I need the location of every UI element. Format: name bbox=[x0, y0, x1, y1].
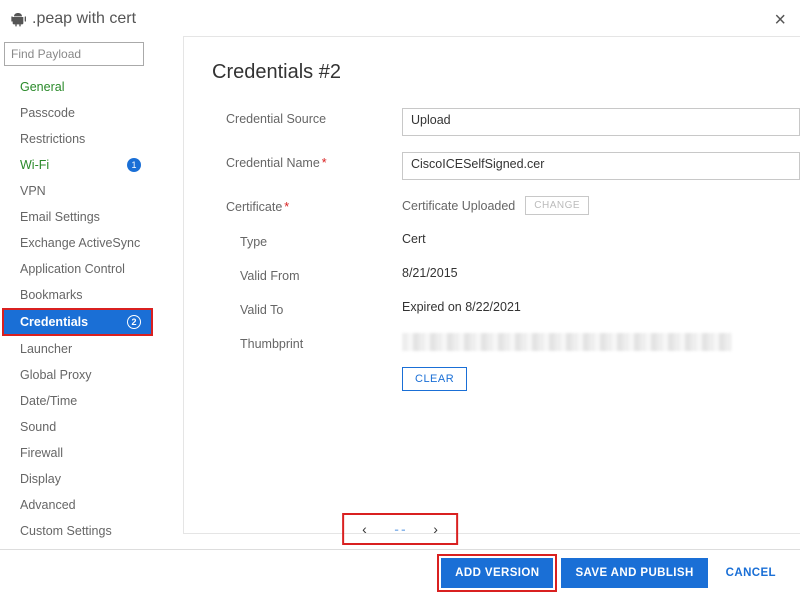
valid-from-label: Valid From bbox=[212, 265, 402, 283]
sidebar-item-label: Email Settings bbox=[20, 210, 100, 224]
certificate-uploaded-text: Certificate Uploaded bbox=[402, 199, 515, 213]
sidebar-item-passcode[interactable]: Passcode bbox=[4, 100, 151, 126]
sidebar-item-label: Firewall bbox=[20, 446, 63, 460]
sidebar-item-general[interactable]: General bbox=[4, 74, 151, 100]
thumbprint-label: Thumbprint bbox=[212, 333, 402, 351]
sidebar-item-restrictions[interactable]: Restrictions bbox=[4, 126, 151, 152]
sidebar-item-email[interactable]: Email Settings bbox=[4, 204, 151, 230]
valid-to-value: Expired on 8/22/2021 bbox=[402, 300, 521, 314]
sidebar-item-label: Custom Settings bbox=[20, 524, 112, 538]
sidebar-item-sound[interactable]: Sound bbox=[4, 414, 151, 440]
sidebar-item-label: Exchange ActiveSync bbox=[20, 236, 140, 250]
valid-to-label: Valid To bbox=[212, 299, 402, 317]
count-badge: 2 bbox=[127, 315, 141, 329]
panel-title: Credentials #2 bbox=[212, 61, 800, 84]
sidebar-item-label: Bookmarks bbox=[20, 288, 83, 302]
pager: ‹ ˗ ˗ › bbox=[342, 513, 458, 545]
sidebar-item-exchange[interactable]: Exchange ActiveSync bbox=[4, 230, 151, 256]
credential-source-select[interactable]: Upload bbox=[402, 108, 800, 136]
change-button[interactable]: CHANGE bbox=[525, 196, 589, 215]
sidebar-item-appcontrol[interactable]: Application Control bbox=[4, 256, 151, 282]
pager-indicator: ˗ ˗ bbox=[395, 523, 405, 535]
sidebar-item-label: Launcher bbox=[20, 342, 72, 356]
pager-next-icon[interactable]: › bbox=[423, 519, 448, 539]
credential-name-input[interactable]: CiscoICESelfSigned.cer bbox=[402, 152, 800, 180]
type-label: Type bbox=[212, 231, 402, 249]
close-icon[interactable]: × bbox=[774, 10, 786, 30]
sidebar-item-label: Global Proxy bbox=[20, 368, 92, 382]
sidebar-item-bookmarks[interactable]: Bookmarks bbox=[4, 282, 151, 308]
sidebar-item-label: Application Control bbox=[20, 262, 125, 276]
sidebar-item-label: Advanced bbox=[20, 498, 76, 512]
add-version-button[interactable]: ADD VERSION bbox=[441, 558, 553, 588]
credential-source-label: Credential Source bbox=[212, 108, 402, 126]
sidebar-item-label: Wi-Fi bbox=[20, 158, 49, 172]
sidebar-item-wifi[interactable]: Wi-Fi 1 bbox=[4, 152, 151, 178]
main-panel: Credentials #2 Credential Source Upload … bbox=[183, 36, 800, 534]
save-publish-button[interactable]: SAVE AND PUBLISH bbox=[561, 558, 707, 588]
clear-button[interactable]: CLEAR bbox=[402, 367, 467, 391]
android-icon bbox=[10, 11, 26, 27]
sidebar-item-label: General bbox=[20, 80, 64, 94]
sidebar-item-label: Credentials bbox=[20, 315, 88, 329]
count-badge: 1 bbox=[127, 158, 141, 172]
sidebar-item-label: Restrictions bbox=[20, 132, 85, 146]
find-payload-input[interactable] bbox=[4, 42, 144, 66]
thumbprint-value bbox=[402, 333, 732, 351]
sidebar-item-launcher[interactable]: Launcher bbox=[4, 336, 151, 362]
credential-name-label: Credential Name* bbox=[212, 152, 402, 170]
cancel-button[interactable]: CANCEL bbox=[716, 558, 786, 588]
sidebar: General Passcode Restrictions Wi-Fi 1 VPN… bbox=[0, 36, 155, 534]
type-value: Cert bbox=[402, 232, 426, 246]
pager-prev-icon[interactable]: ‹ bbox=[352, 519, 377, 539]
sidebar-item-credentials[interactable]: Credentials 2 bbox=[2, 308, 153, 336]
sidebar-item-firewall[interactable]: Firewall bbox=[4, 440, 151, 466]
sidebar-item-datetime[interactable]: Date/Time bbox=[4, 388, 151, 414]
sidebar-item-label: VPN bbox=[20, 184, 46, 198]
sidebar-item-label: Passcode bbox=[20, 106, 75, 120]
sidebar-item-label: Date/Time bbox=[20, 394, 77, 408]
certificate-label: Certificate* bbox=[212, 196, 402, 214]
sidebar-item-vpn[interactable]: VPN bbox=[4, 178, 151, 204]
sidebar-item-globalproxy[interactable]: Global Proxy bbox=[4, 362, 151, 388]
valid-from-value: 8/21/2015 bbox=[402, 266, 458, 280]
sidebar-item-custom[interactable]: Custom Settings bbox=[4, 518, 151, 544]
sidebar-item-label: Sound bbox=[20, 420, 56, 434]
sidebar-item-label: Display bbox=[20, 472, 61, 486]
required-star-icon: * bbox=[284, 200, 289, 214]
sidebar-item-display[interactable]: Display bbox=[4, 466, 151, 492]
required-star-icon: * bbox=[322, 156, 327, 170]
sidebar-item-advanced[interactable]: Advanced bbox=[4, 492, 151, 518]
footer-bar: ADD VERSION SAVE AND PUBLISH CANCEL bbox=[0, 549, 800, 595]
window-title: .peap with cert bbox=[32, 10, 136, 28]
